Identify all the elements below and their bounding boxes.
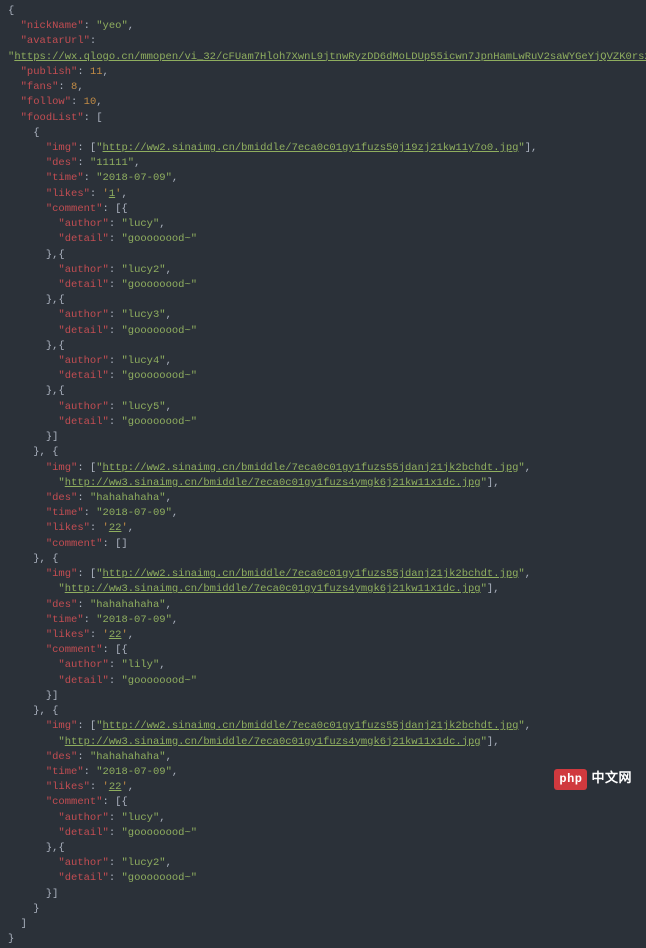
avatarUrl-link[interactable]: https://wx.qlogo.cn/mmopen/vi_32/cFUam7H…	[14, 51, 646, 63]
json-code-block: { "nickName": "yeo", "avatarUrl": "https…	[8, 4, 646, 948]
food3-img0[interactable]: http://ww2.sinaimg.cn/bmiddle/7eca0c01gy…	[103, 720, 519, 732]
food1-img1[interactable]: http://ww3.sinaimg.cn/bmiddle/7eca0c01gy…	[65, 477, 481, 489]
food2-img0[interactable]: http://ww2.sinaimg.cn/bmiddle/7eca0c01gy…	[103, 568, 519, 580]
publish-value: 11	[90, 66, 103, 78]
food2-img1[interactable]: http://ww3.sinaimg.cn/bmiddle/7eca0c01gy…	[65, 583, 481, 595]
watermark: php 中文网	[554, 769, 632, 790]
food3-img1[interactable]: http://ww3.sinaimg.cn/bmiddle/7eca0c01gy…	[65, 736, 481, 748]
watermark-text: 中文网	[591, 771, 632, 786]
follow-value: 10	[84, 96, 97, 108]
watermark-logo: php	[554, 769, 587, 790]
food0-des: 11111	[96, 157, 128, 169]
food0-likes: 1	[109, 188, 115, 200]
nickName-value: yeo	[103, 20, 122, 32]
food0-img0[interactable]: http://ww2.sinaimg.cn/bmiddle/7eca0c01gy…	[103, 142, 519, 154]
food1-img0[interactable]: http://ww2.sinaimg.cn/bmiddle/7eca0c01gy…	[103, 462, 519, 474]
food0-time: 2018-07-09	[103, 172, 166, 184]
